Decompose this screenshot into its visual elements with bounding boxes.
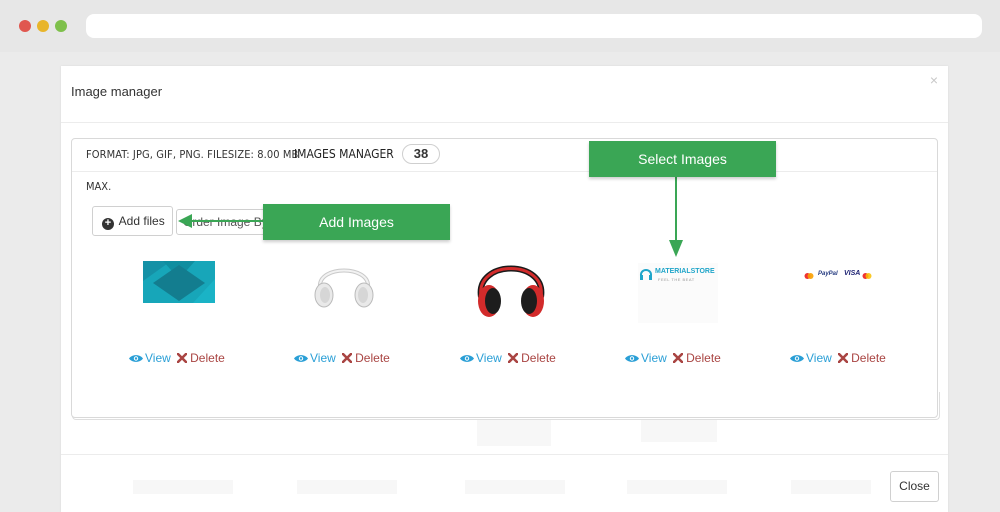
select-images-arrowhead — [669, 240, 683, 257]
annotation-arrows — [178, 177, 683, 257]
add-images-callout: Add Images — [263, 204, 450, 240]
select-images-callout: Select Images — [589, 141, 776, 177]
add-images-arrowhead — [178, 214, 192, 228]
